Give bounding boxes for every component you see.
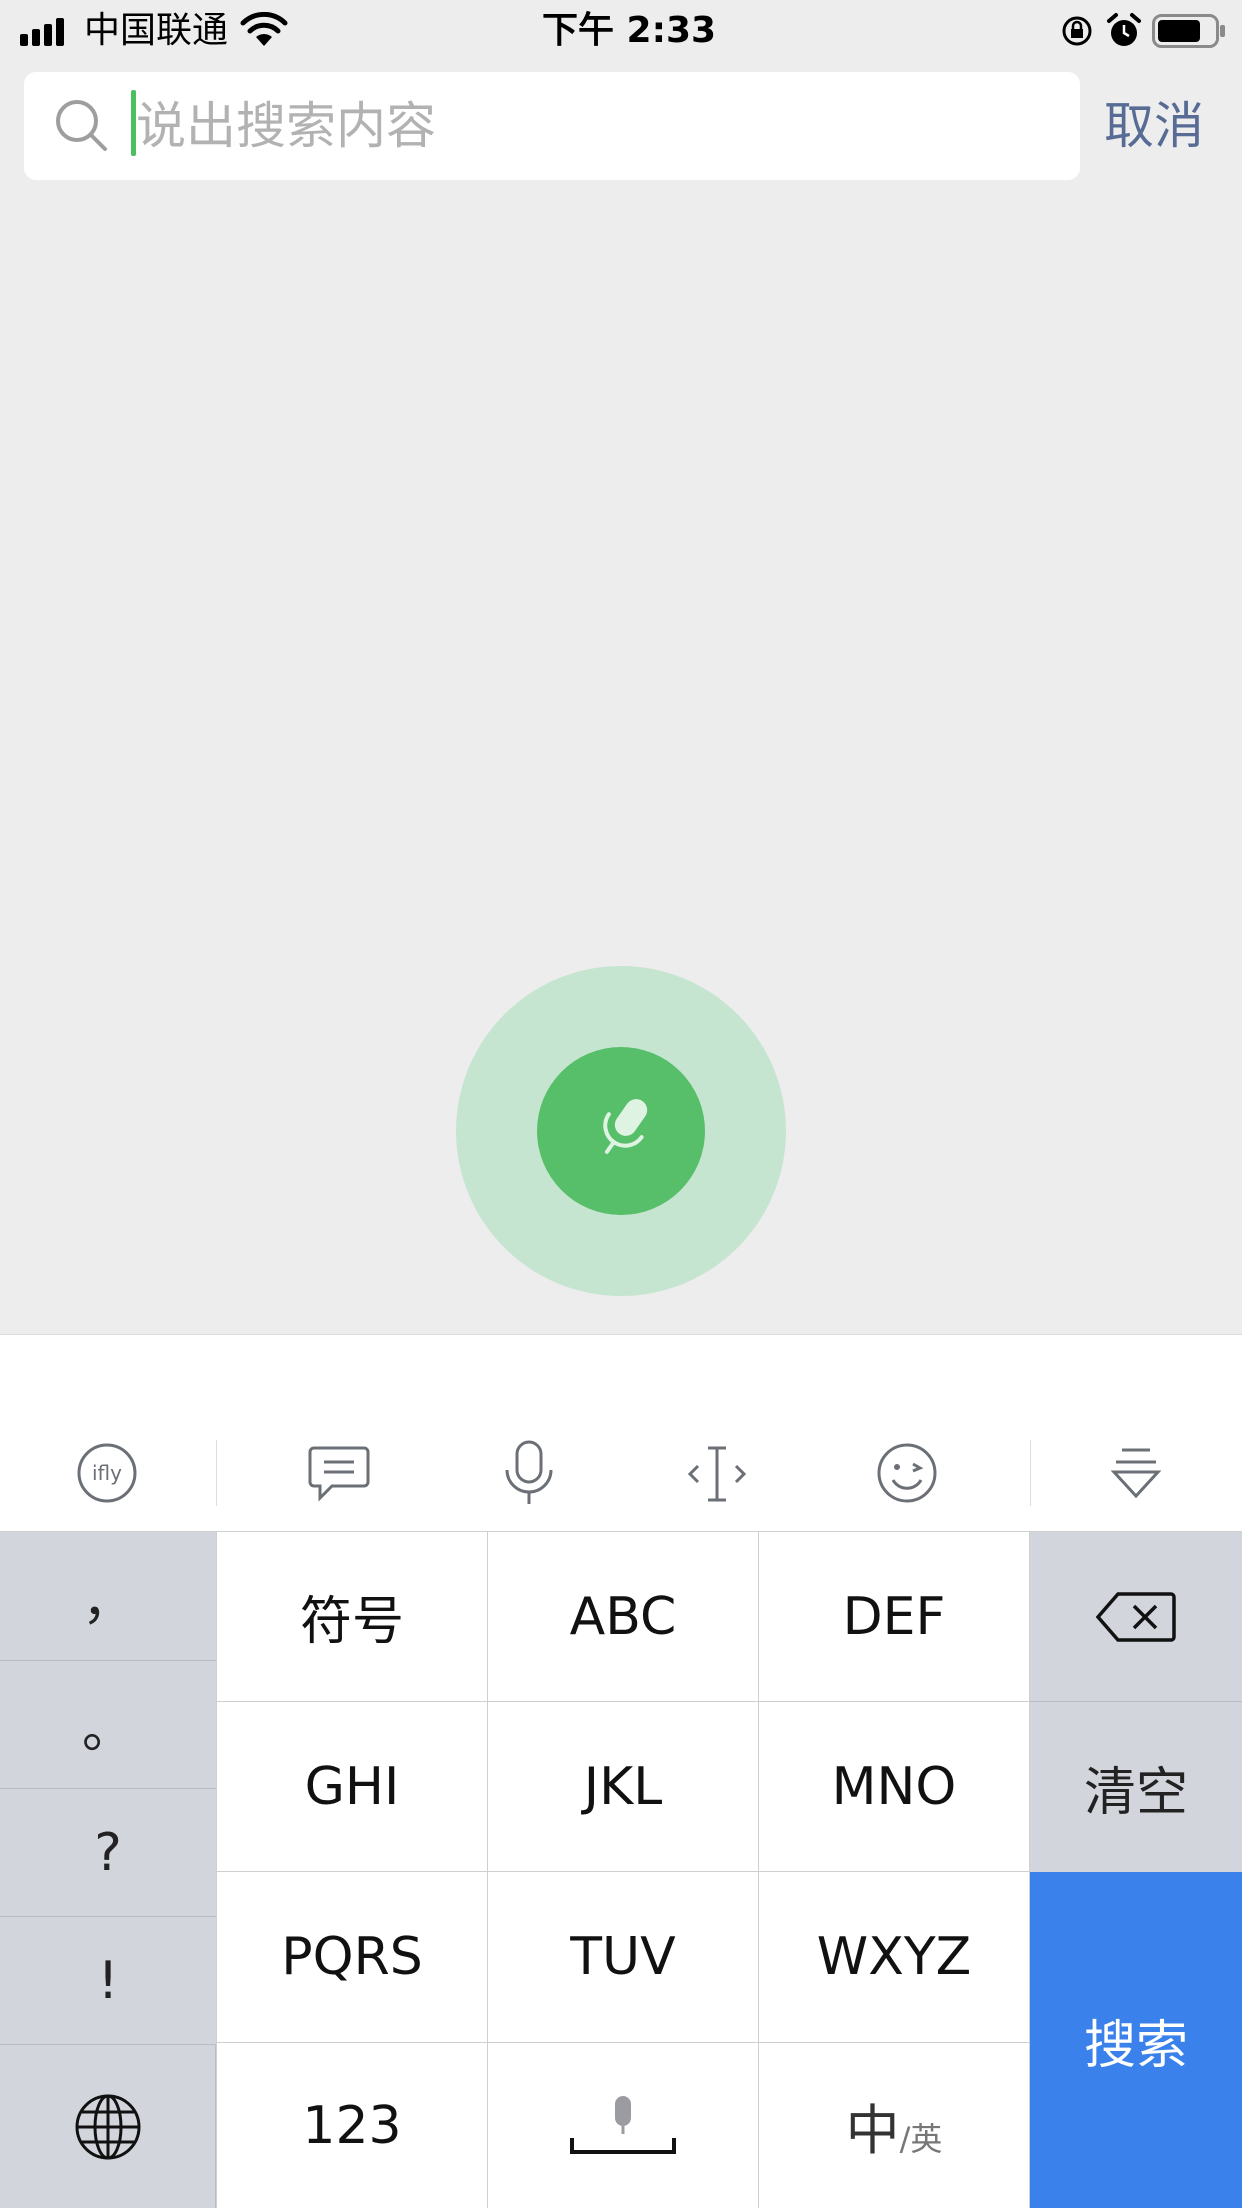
key-mno[interactable]: MNO: [759, 1702, 1030, 1872]
punct-key-period[interactable]: 。: [0, 1661, 216, 1788]
key-123[interactable]: 123: [216, 2043, 488, 2208]
key-abc[interactable]: ABC: [488, 1532, 759, 1702]
punct-key-comma[interactable]: ，: [0, 1532, 216, 1660]
globe-key[interactable]: [0, 2045, 216, 2208]
search-placeholder: 说出搜索内容: [136, 97, 436, 155]
key-tuv[interactable]: TUV: [488, 1872, 759, 2043]
key-wxyz[interactable]: WXYZ: [759, 1872, 1030, 2043]
voice-mic-icon[interactable]: [502, 1438, 556, 1508]
carrier-label: 中国联通: [84, 10, 229, 51]
toolbar-divider: [1030, 1440, 1031, 1506]
wifi-icon: [240, 12, 288, 46]
key-symbols[interactable]: 符号: [216, 1532, 488, 1702]
candidate-bar: [0, 1334, 1242, 1414]
clear-key[interactable]: 清空: [1030, 1702, 1242, 1872]
alarm-icon: [1107, 13, 1141, 46]
search-key[interactable]: 搜索: [1030, 1872, 1242, 2208]
battery-icon: [1152, 14, 1225, 48]
rotation-lock-icon: [1062, 16, 1092, 46]
hide-keyboard-icon[interactable]: [1110, 1446, 1162, 1500]
key-jkl[interactable]: JKL: [488, 1702, 759, 1872]
lang-sub-text: 英: [910, 2119, 943, 2158]
cancel-button[interactable]: 取消: [1104, 72, 1204, 180]
microphone-icon: [603, 1099, 648, 1154]
lang-main-label: 中: [845, 2099, 900, 2162]
key-def[interactable]: DEF: [759, 1532, 1030, 1702]
toolbar-divider: [216, 1440, 217, 1506]
punct-key-question[interactable]: ?: [0, 1789, 216, 1916]
svg-text:ifly: ifly: [92, 1461, 122, 1485]
status-bar: 中国联通 下午 2:33: [0, 0, 1242, 62]
globe-icon: [75, 2094, 140, 2159]
cursor-move-icon[interactable]: [686, 1444, 748, 1504]
keyboard-toolbar: [0, 1413, 1242, 1532]
lang-switch-key[interactable]: 中/英: [759, 2043, 1030, 2208]
punct-key-exclaim[interactable]: !: [0, 1917, 216, 2044]
search-icon: [56, 100, 107, 151]
space-mic-icon: [570, 2095, 676, 2154]
key-pqrs[interactable]: PQRS: [216, 1872, 488, 2043]
ime-logo-icon[interactable]: ifly: [76, 1442, 138, 1504]
space-key[interactable]: [488, 2043, 759, 2208]
key-ghi[interactable]: GHI: [216, 1702, 488, 1872]
backspace-key[interactable]: [1030, 1532, 1242, 1702]
backspace-icon: [1096, 1591, 1176, 1642]
clock-time: 下午 2:33: [542, 10, 717, 51]
signal-icon: [20, 18, 64, 46]
lang-sub-label: /英: [899, 2119, 943, 2158]
chat-icon[interactable]: [308, 1444, 370, 1504]
emoji-icon[interactable]: [876, 1442, 938, 1504]
